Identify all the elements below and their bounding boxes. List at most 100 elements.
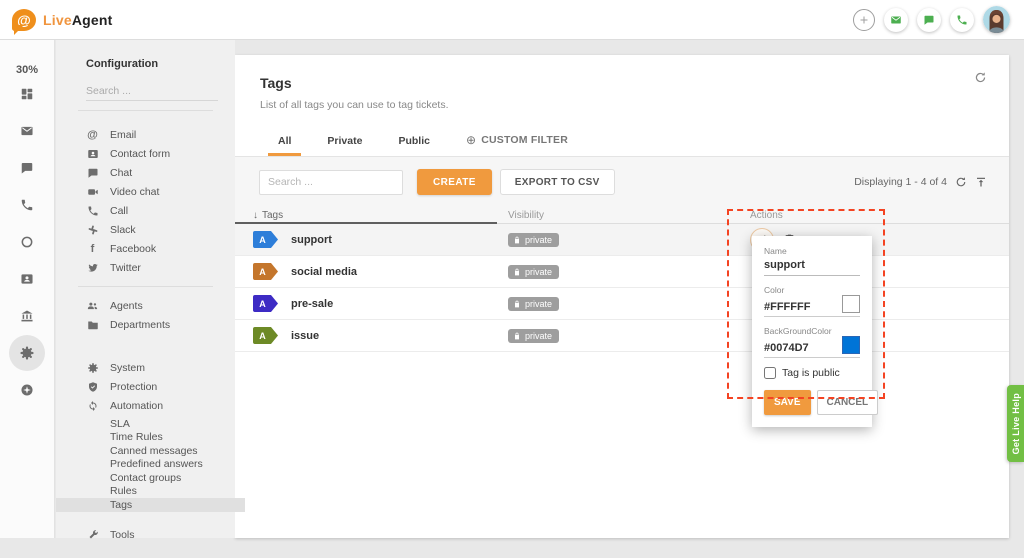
tab-all[interactable]: All: [260, 127, 309, 156]
rail-item-social[interactable]: [9, 224, 45, 260]
column-header-visibility[interactable]: Visibility: [508, 210, 750, 221]
add-circle-button[interactable]: [853, 9, 875, 31]
sidebar-item-departments[interactable]: Departments: [86, 315, 235, 334]
sidebar-item-automation[interactable]: Automation: [86, 396, 235, 415]
table-row[interactable]: Aissue private: [235, 320, 1009, 352]
save-button[interactable]: SAVE: [764, 390, 811, 415]
email-icon: [20, 124, 34, 138]
page-title: Tags: [260, 75, 985, 91]
sidebar-item-tools[interactable]: Tools: [86, 526, 235, 545]
tag-public-checkbox-row: Tag is public: [764, 367, 860, 379]
rail-item-call[interactable]: [9, 187, 45, 223]
rail-item-company[interactable]: [9, 298, 45, 334]
sidebar-item-chat[interactable]: Chat: [86, 163, 235, 182]
sidebar-subitem-rules[interactable]: Rules: [110, 485, 235, 499]
tab-public[interactable]: Public: [380, 127, 448, 156]
refresh-button[interactable]: [974, 71, 987, 89]
tab-custom-filter[interactable]: ⊕CUSTOM FILTER: [448, 125, 586, 156]
topbar-actions: [853, 6, 1010, 33]
visibility-badge: private: [508, 233, 559, 247]
tag-name: pre-sale: [291, 298, 333, 310]
sidebar-item-protection[interactable]: Protection: [86, 377, 235, 396]
sidebar-subitem-sla[interactable]: SLA: [110, 417, 235, 431]
chat-icon: [20, 161, 34, 175]
gear-icon: [19, 345, 35, 361]
color-swatch[interactable]: [842, 295, 860, 313]
user-avatar[interactable]: [983, 6, 1010, 33]
tag-name: issue: [291, 330, 319, 342]
sidebar-search-input[interactable]: [86, 82, 218, 101]
color-label: Color: [764, 285, 860, 295]
logo-bubble-icon: @: [12, 9, 36, 31]
sidebar-subitem-time-rules[interactable]: Time Rules: [110, 431, 235, 445]
get-live-help-tab[interactable]: Get Live Help: [1007, 385, 1024, 462]
chat-icon: [86, 167, 99, 179]
sidebar-item-system[interactable]: System: [86, 358, 235, 377]
cancel-button[interactable]: CANCEL: [817, 390, 879, 415]
name-field[interactable]: support: [764, 256, 860, 276]
call-notification-button[interactable]: [950, 8, 974, 32]
phone-icon: [86, 205, 99, 217]
table-row[interactable]: Asupport private: [235, 224, 1009, 256]
sidebar-title: Configuration: [86, 58, 235, 70]
sidebar-item-call[interactable]: Call: [86, 201, 235, 220]
scroll-top-button[interactable]: [975, 176, 987, 188]
lock-icon: [513, 268, 521, 276]
sidebar-subitem-contact-groups[interactable]: Contact groups: [110, 471, 235, 485]
create-button[interactable]: CREATE: [417, 169, 492, 195]
bank-icon: [20, 309, 34, 323]
rail-item-chat[interactable]: [9, 150, 45, 186]
sidebar-item-slack[interactable]: Slack: [86, 220, 235, 239]
export-csv-button[interactable]: EXPORT TO CSV: [500, 169, 615, 195]
rail-item-settings[interactable]: [9, 335, 45, 371]
email-notification-button[interactable]: [884, 8, 908, 32]
visibility-badge: private: [508, 297, 559, 311]
sidebar-subitem-tags[interactable]: Tags: [56, 498, 245, 512]
sidebar-item-video-chat[interactable]: Video chat: [86, 182, 235, 201]
rail-item-contacts[interactable]: [9, 261, 45, 297]
facebook-icon: f: [86, 243, 99, 255]
contact-form-icon: [86, 148, 99, 160]
column-header-tags[interactable]: ↓Tags: [253, 210, 508, 221]
sidebar-item-agents[interactable]: Agents: [86, 296, 235, 315]
sidebar-item-twitter[interactable]: Twitter: [86, 258, 235, 277]
sync-icon: [86, 400, 99, 412]
rail-item-email[interactable]: [9, 113, 45, 149]
chat-notification-button[interactable]: [917, 8, 941, 32]
rail-item-dashboard[interactable]: [9, 76, 45, 112]
tab-private[interactable]: Private: [309, 127, 380, 156]
system-menu: System Protection Automation SLA Time Ru…: [86, 358, 235, 545]
name-label: Name: [764, 246, 860, 256]
ring-icon: [20, 235, 34, 249]
slack-icon: [86, 224, 99, 236]
sidebar-item-contact-form[interactable]: Contact form: [86, 144, 235, 163]
icon-rail: 30%: [0, 40, 55, 538]
liveagent-logo[interactable]: @ LiveAgent: [12, 9, 113, 31]
background-color-row: #0074D7: [764, 336, 860, 358]
background-color-field[interactable]: #0074D7: [764, 339, 809, 354]
logo-text: LiveAgent: [43, 12, 113, 28]
tag-name: social media: [291, 266, 357, 278]
visibility-badge: private: [508, 265, 559, 279]
rail-item-addons[interactable]: [9, 372, 45, 408]
table-row[interactable]: Asocial media private: [235, 256, 1009, 288]
sidebar-item-email[interactable]: @Email: [86, 125, 235, 144]
table-toolbar: CREATE EXPORT TO CSV Displaying 1 - 4 of…: [235, 157, 1009, 207]
refresh-list-button[interactable]: [955, 176, 967, 188]
gear-icon: [86, 362, 99, 374]
sidebar-subitem-predefined-answers[interactable]: Predefined answers: [110, 458, 235, 472]
call-icon: [20, 198, 34, 212]
sidebar-item-facebook[interactable]: fFacebook: [86, 239, 235, 258]
tags-panel: Tags List of all tags you can use to tag…: [235, 55, 1009, 538]
toolbar-right: Displaying 1 - 4 of 4: [854, 176, 987, 188]
tag-name: support: [291, 234, 332, 246]
channel-menu: @Email Contact form Chat Video chat Call…: [86, 125, 235, 277]
table-row[interactable]: Apre-sale private: [235, 288, 1009, 320]
tags-search-input[interactable]: [259, 170, 403, 195]
tag-public-checkbox[interactable]: [764, 367, 776, 379]
automation-submenu: SLA Time Rules Canned messages Predefine…: [110, 417, 235, 512]
background-color-swatch[interactable]: [842, 336, 860, 354]
sidebar-subitem-canned-messages[interactable]: Canned messages: [110, 444, 235, 458]
color-field[interactable]: #FFFFFF: [764, 298, 810, 313]
circle-plus-icon: ⊕: [466, 133, 476, 147]
